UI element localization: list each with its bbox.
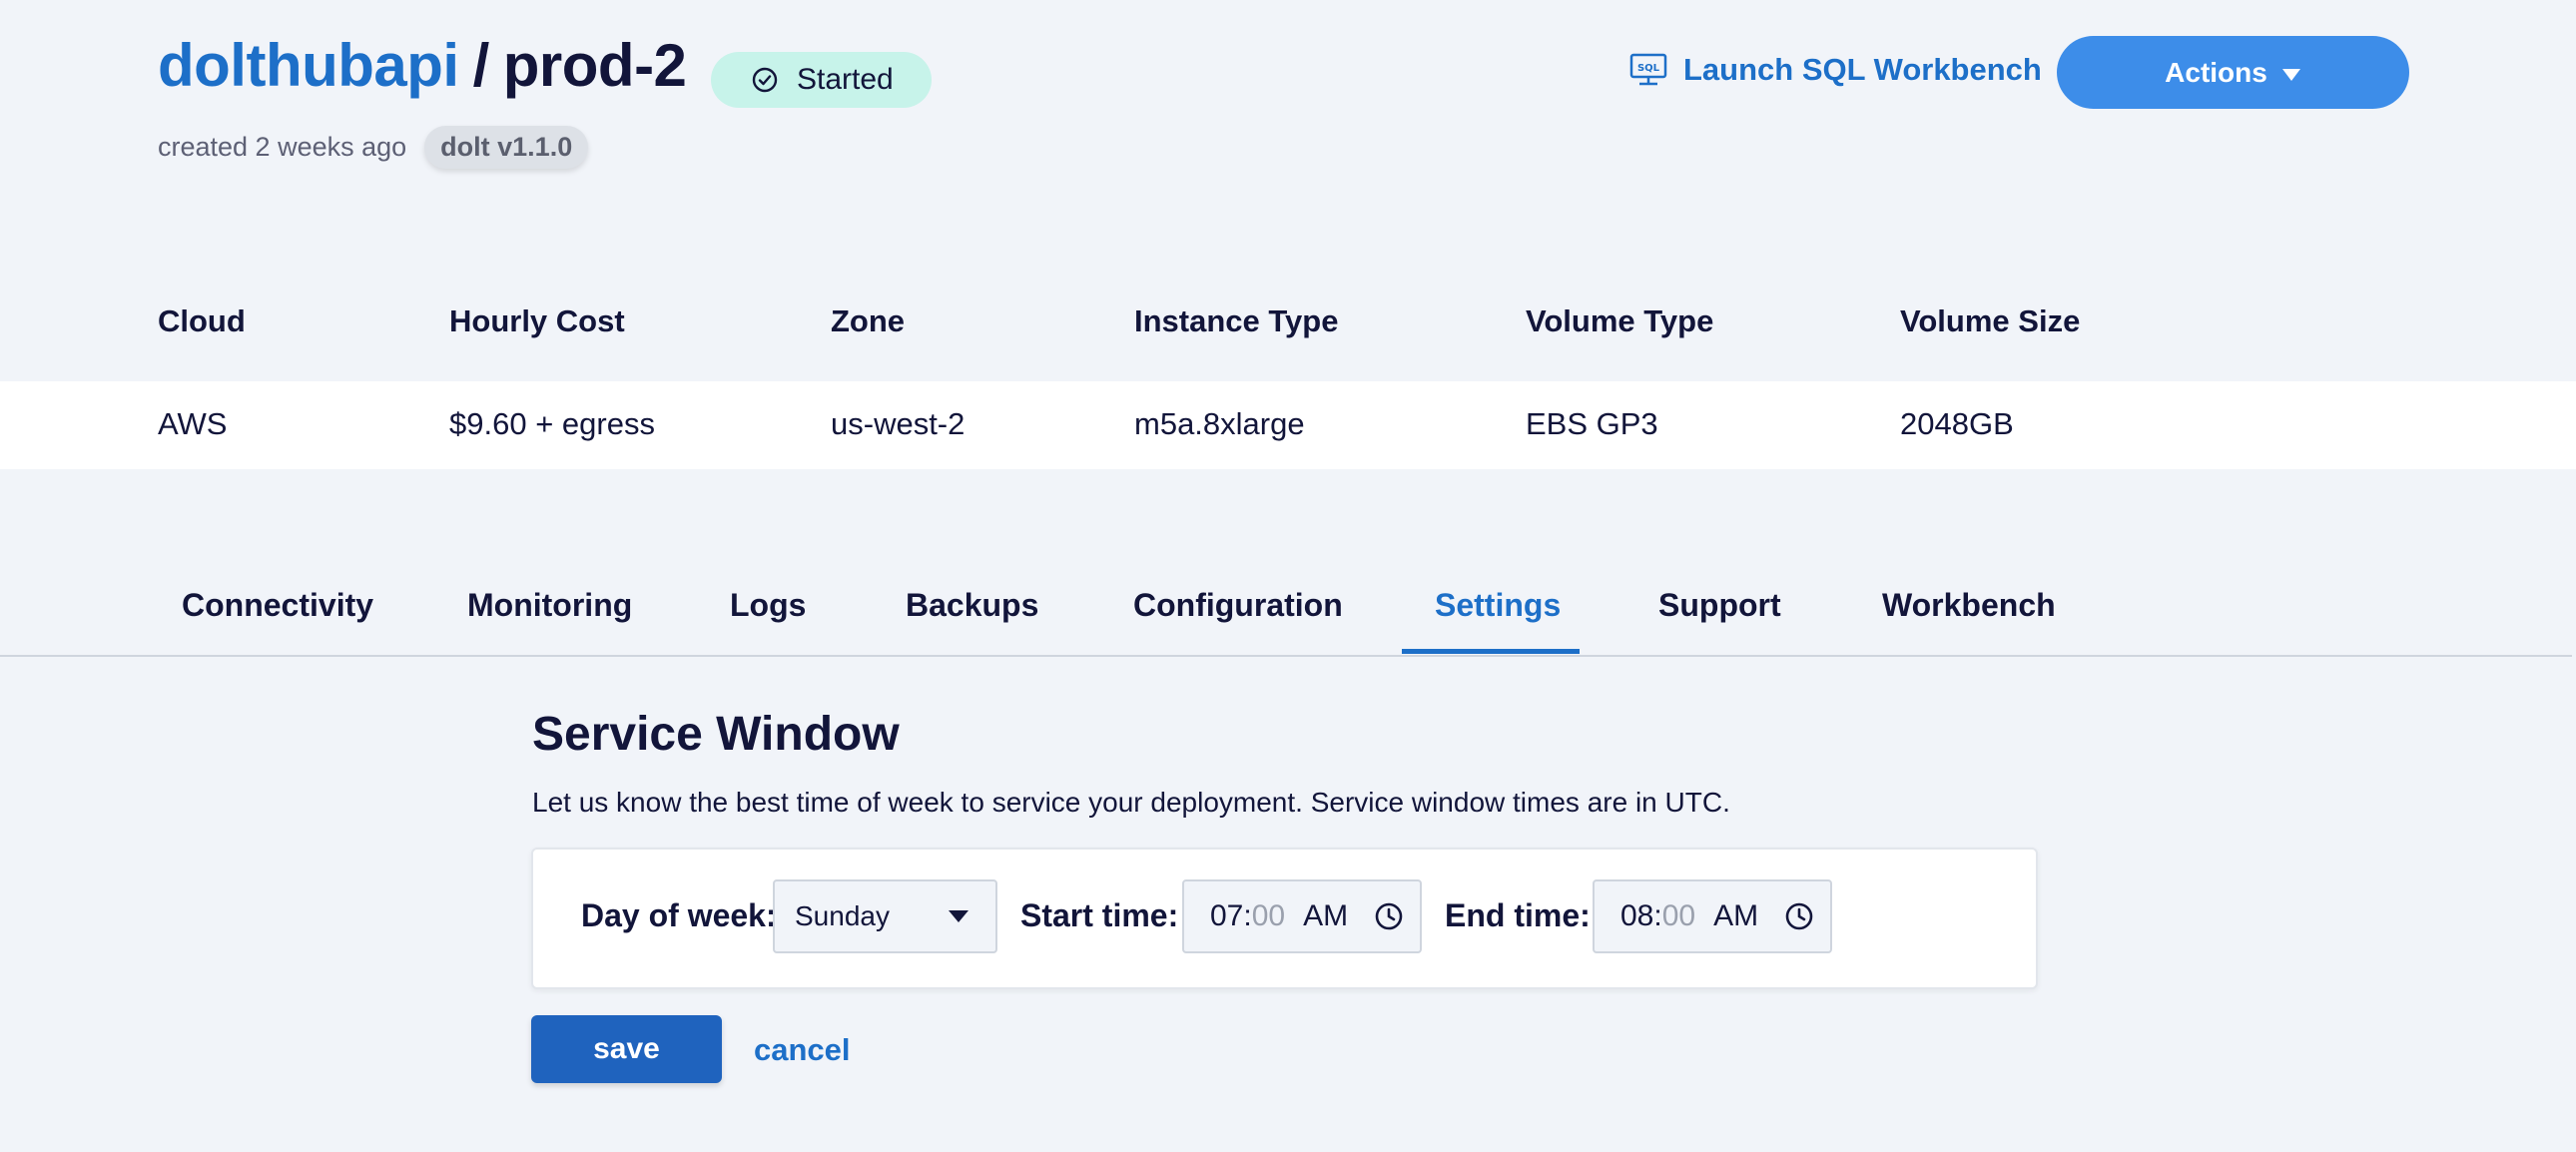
tab-workbench[interactable]: Workbench [1882, 587, 2056, 624]
header-volume-type: Volume Type [1526, 303, 1714, 338]
tab-logs[interactable]: Logs [730, 587, 806, 624]
tab-monitoring[interactable]: Monitoring [467, 587, 632, 624]
tab-settings[interactable]: Settings [1435, 587, 1561, 624]
end-time-ampm: AM [1713, 899, 1759, 932]
title-separator: / [472, 32, 490, 99]
day-of-week-value: Sunday [795, 900, 890, 931]
page-title: dolthubapi / prod-2 [158, 36, 687, 96]
info-table-row: AWS $9.60 + egress us-west-2 m5a.8xlarge… [0, 381, 2576, 469]
end-time-label: End time: [1445, 897, 1591, 933]
caret-down-icon [949, 910, 968, 922]
value-zone: us-west-2 [831, 406, 966, 441]
day-of-week-label: Day of week: [581, 897, 777, 933]
cancel-link[interactable]: cancel [754, 1032, 851, 1068]
header-zone: Zone [831, 303, 906, 338]
header-cloud: Cloud [158, 303, 246, 338]
caret-down-icon [2281, 68, 2300, 81]
actions-button[interactable]: Actions [2057, 36, 2409, 109]
day-of-week-select[interactable]: Sunday [773, 879, 997, 953]
tab-support[interactable]: Support [1658, 587, 1781, 624]
value-cloud: AWS [158, 406, 228, 441]
start-time-minutes: 00 [1251, 899, 1286, 932]
launch-sql-workbench-label: Launch SQL Workbench [1683, 52, 2042, 87]
header-volume-size: Volume Size [1900, 303, 2081, 338]
end-time-input[interactable]: 08:00 AM [1593, 879, 1832, 953]
clock-icon[interactable] [1374, 901, 1404, 931]
end-time-minutes: 00 [1661, 899, 1696, 932]
version-badge: dolt v1.1.0 [424, 126, 589, 169]
tab-connectivity[interactable]: Connectivity [182, 587, 373, 624]
active-tab-indicator [1402, 649, 1580, 654]
start-time-label: Start time: [1020, 897, 1179, 933]
tab-backups[interactable]: Backups [906, 587, 1038, 624]
section-title: Service Window [532, 708, 900, 761]
svg-text:SQL: SQL [1637, 63, 1660, 74]
clock-icon[interactable] [1784, 901, 1814, 931]
actions-label: Actions [2165, 56, 2267, 88]
header-instance-type: Instance Type [1134, 303, 1339, 338]
status-label: Started [797, 63, 894, 96]
header-hourly-cost: Hourly Cost [449, 303, 625, 338]
tab-configuration[interactable]: Configuration [1133, 587, 1343, 624]
launch-sql-workbench-link[interactable]: SQL Launch SQL Workbench [1629, 52, 2042, 88]
owner-link[interactable]: dolthubapi [158, 32, 459, 99]
start-time-hour: 07 [1210, 899, 1244, 932]
deployment-name: prod-2 [502, 32, 687, 99]
status-badge: Started [711, 52, 932, 108]
end-time-hour: 08 [1620, 899, 1654, 932]
sql-monitor-icon: SQL [1629, 53, 1667, 86]
section-description: Let us know the best time of week to ser… [532, 787, 1730, 818]
created-label: created 2 weeks ago [158, 132, 407, 162]
meta-row: created 2 weeks ago dolt v1.1.0 [158, 126, 589, 169]
value-volume-type: EBS GP3 [1526, 406, 1658, 441]
value-hourly-cost: $9.60 + egress [449, 406, 655, 441]
service-window-form: Day of week: Sunday Start time: 07:00 AM… [531, 848, 2038, 989]
tab-bar: Connectivity Monitoring Logs Backups Con… [0, 559, 2572, 657]
value-instance-type: m5a.8xlarge [1134, 406, 1305, 441]
save-button[interactable]: save [531, 1015, 722, 1083]
start-time-input[interactable]: 07:00 AM [1182, 879, 1422, 953]
start-time-ampm: AM [1303, 899, 1349, 932]
value-volume-size: 2048GB [1900, 406, 2014, 441]
check-circle-icon [752, 67, 778, 93]
